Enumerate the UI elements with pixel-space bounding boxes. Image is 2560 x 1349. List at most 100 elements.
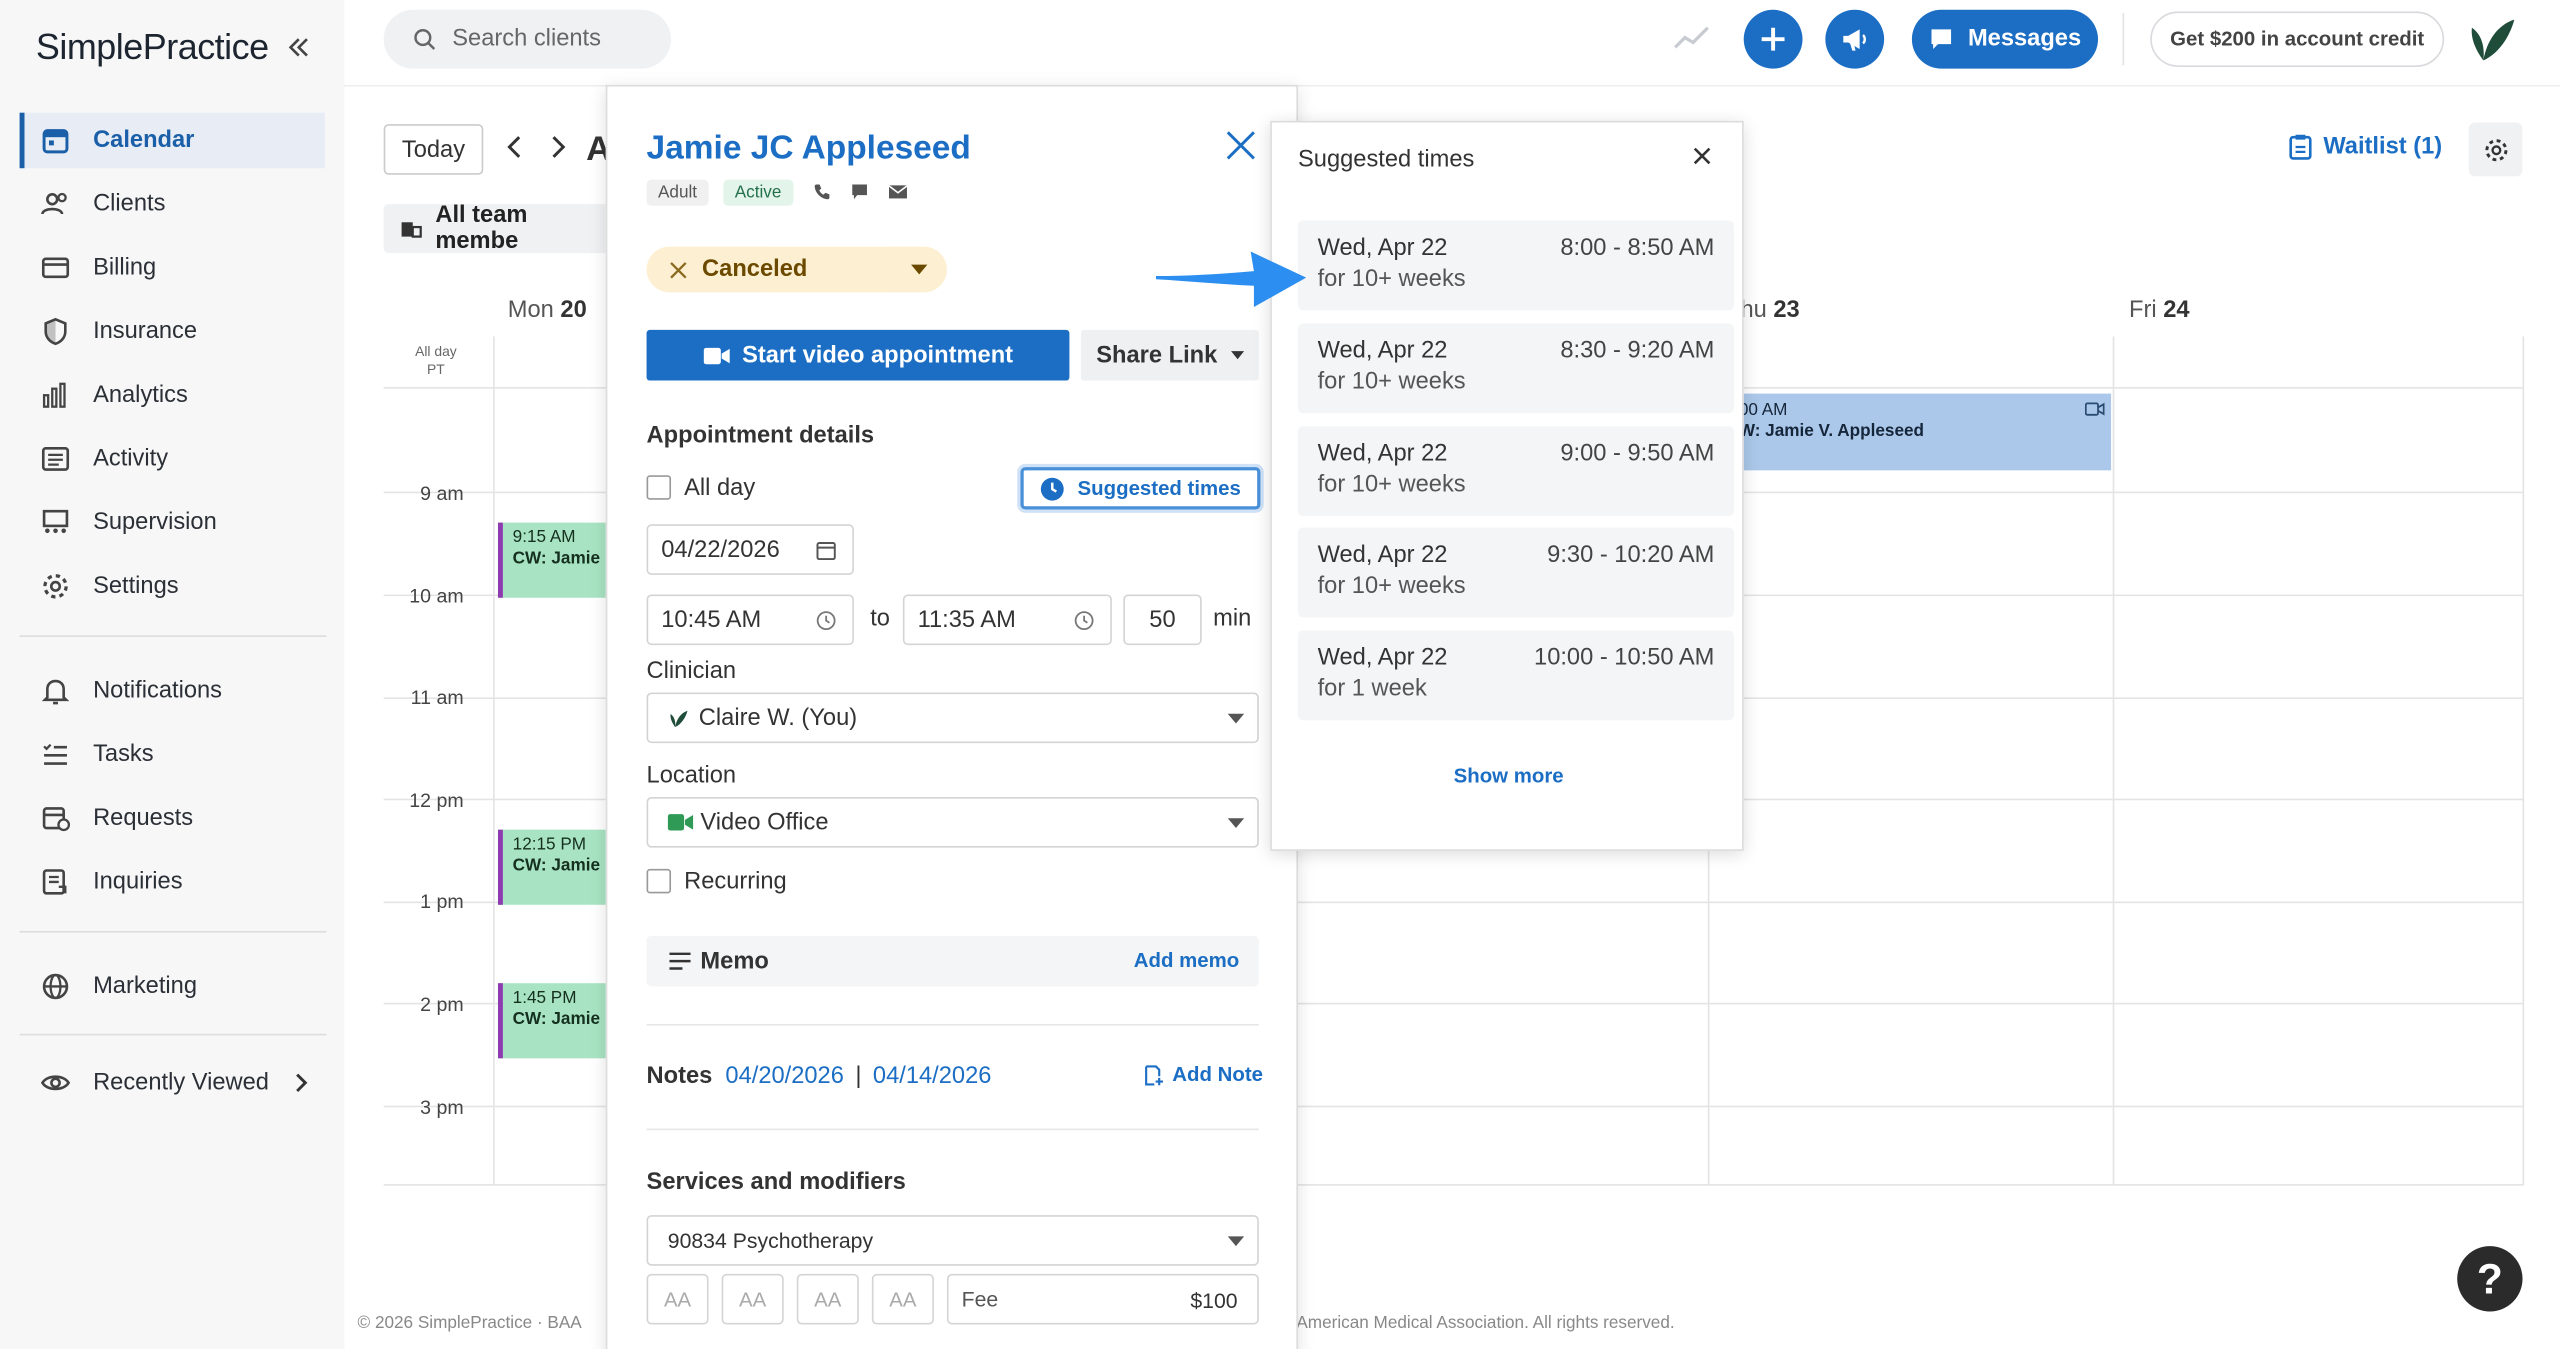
calendar-event[interactable]: 9:15 AM CW: Jamie [497, 522, 613, 598]
gear-icon [43, 574, 68, 599]
help-button[interactable]: ? [2457, 1246, 2523, 1312]
tasks-icon [43, 743, 67, 765]
team-icon [401, 222, 422, 238]
question-mark-icon: ? [2476, 1253, 2503, 1303]
clinician-value: Claire W. (You) [698, 704, 858, 731]
sidebar-item-calendar[interactable]: Calendar [19, 112, 325, 169]
memo-section: Memo Add memo [646, 935, 1259, 987]
fee-label: Fee [961, 1286, 999, 1312]
sidebar-item-clients[interactable]: Clients [20, 176, 325, 232]
clinician-select[interactable]: Claire W. (You) [646, 692, 1259, 744]
hour-label: 12 pm [409, 788, 464, 812]
slot-date: Wed, Apr 22 [1317, 338, 1448, 365]
suggested-slot[interactable]: Wed, Apr 22 8:00 - 8:50 AM for 10+ weeks [1297, 220, 1734, 311]
day-header-thu[interactable]: hu 23 [1740, 297, 1799, 323]
client-name-link[interactable]: Jamie JC Appleseed [647, 129, 971, 168]
sidebar-item-analytics[interactable]: Analytics [20, 367, 325, 423]
calendar-event-video[interactable]: 00 AM W: Jamie V. Appleseed [1709, 393, 2112, 471]
suggested-slot[interactable]: Wed, Apr 22 8:30 - 9:20 AM for 10+ weeks [1297, 323, 1734, 414]
add-note-button[interactable]: Add Note [1145, 1063, 1263, 1086]
suggested-slot[interactable]: Wed, Apr 22 9:30 - 10:20 AM for 10+ week… [1297, 527, 1734, 618]
calendar-settings-button[interactable] [2468, 122, 2523, 177]
sidebar-divider [19, 930, 327, 933]
bell-icon [41, 679, 70, 705]
sidebar-divider [19, 1033, 327, 1036]
end-time-input[interactable]: 11:35 AM [902, 594, 1112, 646]
announcements-button[interactable] [1825, 9, 1885, 69]
sidebar-item-tasks[interactable]: Tasks [20, 727, 325, 783]
team-member-label: All team membe [435, 202, 528, 255]
sidebar-item-inquiries[interactable]: Inquiries [20, 854, 325, 910]
note-link[interactable]: 04/20/2026 [725, 1063, 843, 1089]
sidebar-item-activity[interactable]: Activity [20, 431, 325, 487]
suggested-times-button[interactable]: Suggested times [1020, 467, 1261, 510]
grid-line [2112, 336, 2115, 1186]
recurring-checkbox[interactable] [646, 868, 672, 894]
sidebar-item-label: Activity [93, 445, 169, 472]
day-name: hu [1740, 297, 1767, 324]
sidebar-item-settings[interactable]: Settings [20, 559, 325, 615]
waitlist-label: Waitlist (1) [2323, 133, 2443, 161]
start-time-input[interactable]: 10:45 AM [646, 594, 854, 646]
note-link[interactable]: 04/14/2026 [873, 1063, 991, 1089]
calendar-event[interactable]: 1:45 PM CW: Jamie [497, 983, 613, 1059]
date-input[interactable]: 04/22/2026 [646, 524, 854, 575]
hour-label: 2 pm [420, 992, 464, 1016]
add-button[interactable] [1743, 9, 1803, 69]
trend-icon[interactable] [1672, 23, 1711, 52]
show-more-link[interactable]: Show more [1272, 764, 1745, 787]
day-header-mon[interactable]: Mon 20 [508, 297, 587, 323]
collapse-sidebar-button[interactable] [287, 36, 310, 59]
message-icon[interactable] [851, 183, 869, 201]
service-select[interactable]: 90834 Psychotherapy [646, 1215, 1259, 1266]
day-header-fri[interactable]: Fri 24 [2129, 297, 2190, 323]
share-link-button[interactable]: Share Link [1080, 329, 1259, 381]
messages-button[interactable]: Messages [1911, 9, 2099, 69]
modifier-input[interactable]: AA [796, 1273, 859, 1325]
section-divider [646, 1024, 1259, 1026]
sidebar-item-billing[interactable]: Billing [20, 240, 325, 296]
client-age-badge: Adult [646, 179, 709, 206]
caret-down-icon [1230, 351, 1244, 360]
service-value: 90834 Psychotherapy [667, 1228, 874, 1253]
prev-week-button[interactable] [506, 136, 522, 159]
sidebar-item-supervision[interactable]: Supervision [20, 495, 325, 551]
today-button[interactable]: Today [383, 124, 484, 175]
sidebar-item-marketing[interactable]: Marketing [20, 959, 325, 1015]
close-suggested-button[interactable] [1693, 147, 1711, 165]
account-credit-button[interactable]: Get $200 in account credit [2150, 11, 2445, 67]
duration-input[interactable]: 50 [1123, 594, 1202, 646]
sidebar-item-recently-viewed[interactable]: Recently Viewed [20, 1055, 325, 1111]
suggested-slot[interactable]: Wed, Apr 22 9:00 - 9:50 AM for 10+ weeks [1297, 426, 1734, 517]
eye-icon [40, 1075, 71, 1091]
calendar-event[interactable]: 12:15 PM CW: Jamie [497, 829, 613, 905]
modifier-placeholder: AA [889, 1287, 917, 1311]
today-label: Today [401, 136, 466, 163]
search-input[interactable]: Search clients [383, 9, 672, 69]
app-logo[interactable]: SimplePractice [36, 26, 269, 68]
suggested-slot[interactable]: Wed, Apr 22 10:00 - 10:50 AM for 1 week [1297, 630, 1734, 721]
all-day-checkbox[interactable] [646, 475, 672, 500]
email-icon[interactable] [888, 185, 908, 200]
sidebar-item-requests[interactable]: Requests [20, 790, 325, 846]
hour-label: 10 am [409, 584, 464, 608]
fee-input[interactable]: Fee $100 [946, 1273, 1259, 1325]
avatar[interactable] [2465, 15, 2517, 64]
modifier-input[interactable]: AA [871, 1273, 934, 1325]
event-time: 00 AM [1738, 400, 1788, 420]
waitlist-button[interactable]: Waitlist (1) [2289, 134, 2442, 160]
close-panel-button[interactable] [1225, 129, 1258, 162]
start-video-appointment-button[interactable]: Start video appointment [646, 329, 1070, 381]
location-select[interactable]: Video Office [646, 797, 1259, 848]
phone-icon[interactable] [813, 183, 831, 201]
modifier-input[interactable]: AA [646, 1273, 709, 1325]
appointment-status-select[interactable]: Canceled [646, 246, 947, 293]
team-member-select[interactable]: All team membe [383, 202, 613, 255]
add-memo-link[interactable]: Add memo [1134, 949, 1239, 972]
next-week-button[interactable] [550, 136, 566, 159]
chevron-right-icon [552, 136, 566, 158]
modifier-input[interactable]: AA [721, 1273, 784, 1325]
slot-time: 9:30 - 10:20 AM [1547, 542, 1715, 569]
sidebar-item-insurance[interactable]: Insurance [20, 304, 325, 360]
sidebar-item-notifications[interactable]: Notifications [20, 663, 325, 719]
